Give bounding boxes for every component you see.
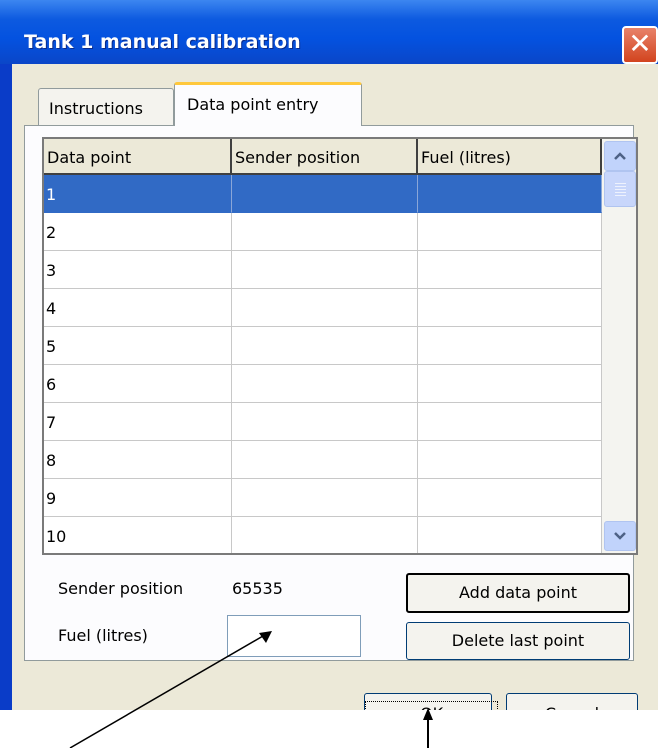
fuel-cell[interactable] — [418, 365, 602, 403]
table-row[interactable]: 1 — [44, 175, 602, 213]
annotation-area — [0, 710, 658, 748]
title-bar[interactable]: Tank 1 manual calibration ✕ — [0, 0, 658, 64]
table-row[interactable]: 8 — [44, 441, 602, 479]
chevron-down-icon — [614, 532, 626, 540]
fuel-cell[interactable] — [418, 441, 602, 479]
data-point-cell[interactable]: 8 — [44, 441, 232, 479]
table-row[interactable]: 4 — [44, 289, 602, 327]
add-data-point-button[interactable]: Add data point — [406, 573, 630, 613]
sender-position-cell[interactable] — [232, 365, 418, 403]
table-row[interactable]: 7 — [44, 403, 602, 441]
fuel-cell[interactable] — [418, 479, 602, 517]
column-header-data-point[interactable]: Data point — [44, 139, 232, 175]
window-title: Tank 1 manual calibration — [24, 31, 301, 53]
data-point-cell[interactable]: 7 — [44, 403, 232, 441]
tab-instructions[interactable]: Instructions — [38, 88, 174, 128]
scroll-down-button[interactable] — [604, 521, 636, 551]
fuel-cell[interactable] — [418, 175, 602, 213]
fuel-input[interactable] — [227, 615, 361, 657]
sender-position-cell[interactable] — [232, 403, 418, 441]
fuel-cell[interactable] — [418, 517, 602, 553]
fuel-label: Fuel (litres) — [58, 626, 148, 645]
scroll-up-button[interactable] — [604, 141, 636, 171]
table-row[interactable]: 2 — [44, 213, 602, 251]
table-row[interactable]: 9 — [44, 479, 602, 517]
data-point-cell[interactable]: 2 — [44, 213, 232, 251]
sender-position-cell[interactable] — [232, 327, 418, 365]
column-header-fuel[interactable]: Fuel (litres) — [418, 139, 602, 175]
sender-position-cell[interactable] — [232, 517, 418, 553]
data-point-cell[interactable]: 1 — [44, 175, 232, 213]
fuel-cell[interactable] — [418, 213, 602, 251]
sender-position-cell[interactable] — [232, 289, 418, 327]
data-point-cell[interactable]: 9 — [44, 479, 232, 517]
sender-position-cell[interactable] — [232, 175, 418, 213]
sender-position-cell[interactable] — [232, 213, 418, 251]
close-icon: ✕ — [628, 27, 652, 60]
chevron-up-icon — [614, 152, 626, 160]
fuel-cell[interactable] — [418, 403, 602, 441]
sender-position-cell[interactable] — [232, 479, 418, 517]
data-point-cell[interactable]: 3 — [44, 251, 232, 289]
sender-position-label: Sender position — [58, 579, 184, 598]
fuel-cell[interactable] — [418, 289, 602, 327]
fuel-cell[interactable] — [418, 251, 602, 289]
data-point-cell[interactable]: 5 — [44, 327, 232, 365]
delete-last-point-button[interactable]: Delete last point — [406, 622, 630, 660]
fuel-cell[interactable] — [418, 327, 602, 365]
scroll-thumb[interactable] — [604, 171, 636, 207]
table-row[interactable]: 10 — [44, 517, 602, 553]
sender-position-cell[interactable] — [232, 251, 418, 289]
table-row[interactable]: 5 — [44, 327, 602, 365]
data-point-cell[interactable]: 4 — [44, 289, 232, 327]
data-grid: Data point Sender position Fuel (litres)… — [42, 137, 638, 555]
tab-data-point-entry[interactable]: Data point entry — [174, 82, 362, 126]
data-point-cell[interactable]: 6 — [44, 365, 232, 403]
close-button[interactable]: ✕ — [622, 26, 658, 64]
column-header-sender-position[interactable]: Sender position — [232, 139, 418, 175]
table-row[interactable]: 3 — [44, 251, 602, 289]
vertical-scrollbar[interactable] — [602, 139, 636, 553]
data-point-cell[interactable]: 10 — [44, 517, 232, 553]
sender-position-value: 65535 — [232, 579, 283, 598]
sender-position-cell[interactable] — [232, 441, 418, 479]
table-row[interactable]: 6 — [44, 365, 602, 403]
